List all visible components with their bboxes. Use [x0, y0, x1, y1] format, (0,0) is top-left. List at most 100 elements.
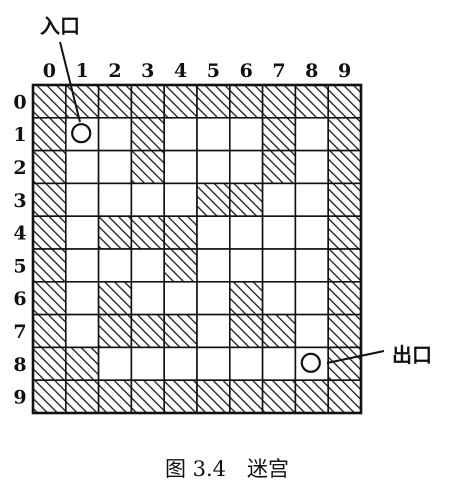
column-index-label: 5 — [207, 60, 220, 82]
exit-label: 出口 — [392, 343, 432, 367]
maze-wall-cell — [327, 117, 362, 152]
maze-wall-cell — [32, 215, 67, 250]
maze-wall-cell — [32, 379, 67, 414]
entrance-label: 入口 — [40, 14, 80, 38]
maze-open-cell — [97, 149, 133, 185]
maze-wall-cell — [130, 149, 165, 185]
figure-caption: 图 3.4 迷宫 — [165, 457, 289, 481]
maze-open-cell — [196, 117, 231, 152]
maze-wall-cell — [163, 248, 198, 283]
row-index-label: 2 — [13, 157, 26, 179]
column-index-label: 2 — [108, 60, 121, 82]
exit-marker-circle — [300, 352, 321, 373]
maze-wall-cell — [32, 248, 67, 283]
maze-open-cell — [261, 346, 297, 381]
maze-wall-cell — [32, 313, 67, 349]
maze-wall-cell — [32, 182, 67, 217]
maze-wall-cell — [32, 117, 67, 152]
maze-open-cell — [65, 248, 100, 283]
maze-wall-cell — [97, 313, 133, 349]
maze-open-cell — [196, 248, 231, 283]
maze-wall-cell — [163, 215, 198, 250]
maze-wall-cell — [327, 248, 362, 283]
column-index-label: 4 — [174, 60, 187, 82]
maze-wall-cell — [196, 182, 231, 217]
maze-open-cell — [130, 248, 165, 283]
maze-wall-cell — [97, 379, 133, 414]
maze-wall-cell — [229, 280, 264, 316]
maze-open-cell — [65, 215, 100, 250]
maze-open-cell — [130, 346, 165, 381]
maze-wall-cell — [327, 149, 362, 185]
maze-wall-cell — [196, 84, 231, 119]
maze-wall-cell — [229, 379, 264, 414]
maze-open-cell — [294, 117, 329, 152]
maze-open-cell — [261, 215, 297, 250]
maze-wall-cell — [32, 149, 67, 185]
maze-open-cell — [163, 280, 198, 316]
column-index-label: 6 — [240, 60, 253, 82]
maze-wall-cell — [327, 280, 362, 316]
column-index-label: 3 — [141, 60, 154, 82]
maze-open-cell — [130, 182, 165, 217]
maze-open-cell — [294, 280, 329, 316]
maze-open-cell — [163, 117, 198, 152]
maze-open-cell — [65, 280, 100, 316]
row-index-label: 1 — [13, 124, 26, 146]
maze-wall-cell — [32, 280, 67, 316]
maze-wall-cell — [32, 84, 67, 119]
entrance-marker-circle — [71, 123, 92, 144]
row-index-label: 0 — [13, 91, 26, 113]
maze-open-cell — [294, 182, 329, 217]
maze-open-cell — [229, 117, 264, 152]
maze-wall-cell — [261, 117, 297, 152]
maze-wall-cell — [130, 117, 165, 152]
maze-wall-cell — [229, 313, 264, 349]
maze-wall-cell — [130, 313, 165, 349]
row-index-label: 7 — [13, 321, 26, 343]
maze-open-cell — [294, 149, 329, 185]
maze-open-cell — [229, 149, 264, 185]
maze-open-cell — [196, 313, 231, 349]
maze-wall-cell — [97, 280, 133, 316]
row-index-label: 8 — [13, 354, 26, 376]
maze-open-cell — [97, 346, 133, 381]
maze-wall-cell — [65, 84, 100, 119]
maze-wall-cell — [229, 182, 264, 217]
maze-wall-cell — [327, 215, 362, 250]
maze-figure: 0123456789 0123456789 入口 出口 图 3.4 迷宫 — [13, 14, 432, 481]
maze-open-cell — [196, 149, 231, 185]
maze-wall-cell — [327, 346, 362, 381]
row-index-labels: 0 1 2 3 4 5 6 7 8 9 — [13, 91, 26, 408]
maze-wall-cell — [261, 84, 297, 119]
maze-wall-cell — [97, 84, 133, 119]
maze-wall-cell — [163, 313, 198, 349]
maze-open-cell — [65, 313, 100, 349]
row-index-label: 5 — [13, 255, 26, 277]
column-index-label: 7 — [272, 60, 285, 82]
maze-open-cell — [261, 248, 297, 283]
maze-open-cell — [196, 215, 231, 250]
row-index-label: 4 — [13, 223, 26, 245]
row-index-label: 6 — [13, 288, 26, 310]
maze-open-cell — [65, 149, 100, 185]
maze-open-cell — [196, 280, 231, 316]
maze-wall-cell — [163, 379, 198, 414]
maze-wall-cell — [294, 379, 329, 414]
maze-wall-cell — [130, 379, 165, 414]
maze-open-cell — [163, 346, 198, 381]
maze-wall-cell — [163, 84, 198, 119]
maze-open-cell — [294, 248, 329, 283]
maze-open-cell — [65, 182, 100, 217]
maze-wall-cell — [294, 84, 329, 119]
maze-wall-cell — [97, 215, 133, 250]
maze-wall-cell — [261, 379, 297, 414]
maze-wall-cell — [229, 84, 264, 119]
maze-open-cell — [163, 182, 198, 217]
column-index-label: 9 — [338, 60, 351, 82]
maze-open-cell — [294, 313, 329, 349]
maze-open-cell — [97, 248, 133, 283]
maze-wall-cell — [65, 379, 100, 414]
maze-open-cell — [97, 117, 133, 152]
maze-open-cell — [229, 248, 264, 283]
